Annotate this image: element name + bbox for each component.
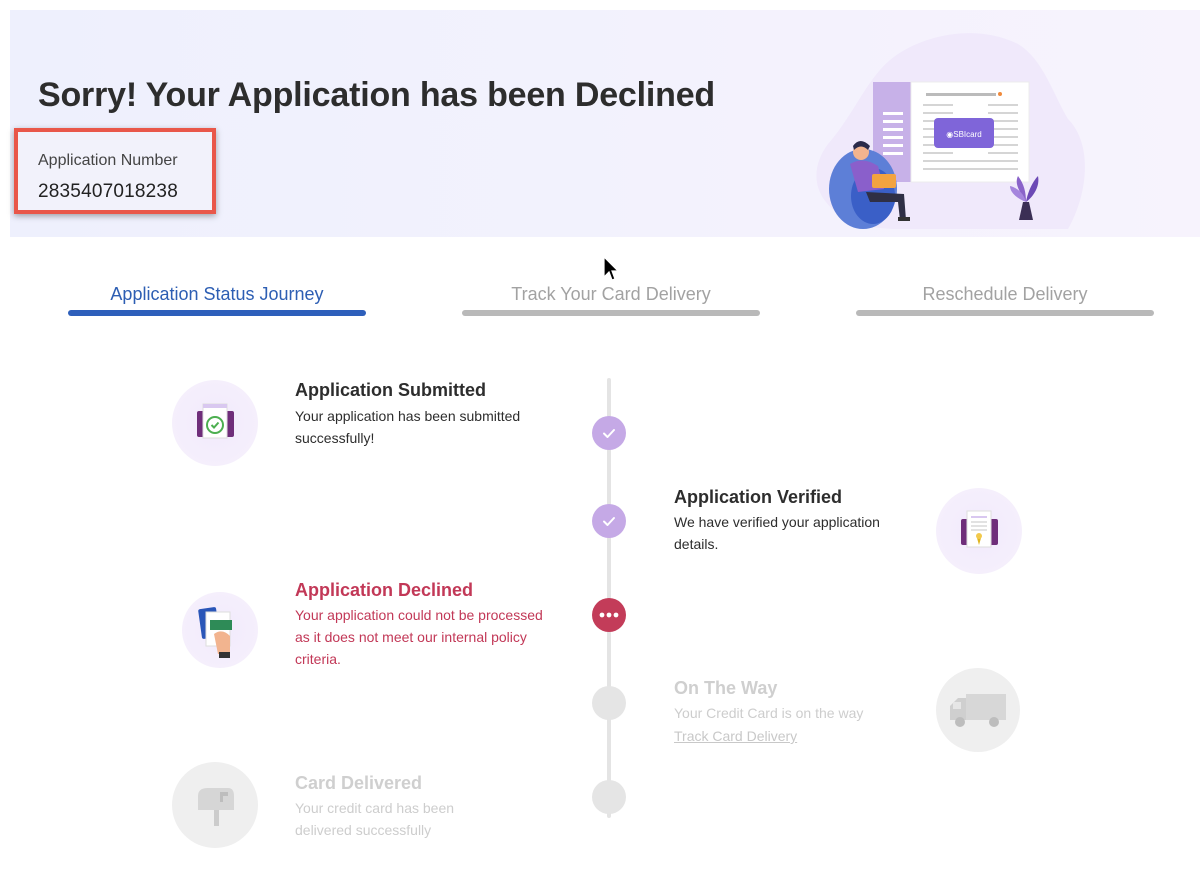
application-number-box: Application Number 2835407018238 xyxy=(14,128,216,214)
step-desc-line: Your application could not be processed xyxy=(295,607,543,623)
more-dots-icon xyxy=(599,612,619,618)
tab-label: Track Your Card Delivery xyxy=(511,284,711,304)
step-desc-on-the-way: Your Credit Card is on the way xyxy=(674,705,864,721)
step-desc-line: as it does not meet our internal policy xyxy=(295,629,527,645)
step-title-verified: Application Verified xyxy=(674,487,843,507)
timeline-node-done xyxy=(592,504,626,538)
tab-label: Reschedule Delivery xyxy=(922,284,1088,304)
step-desc-line: Your credit card has been xyxy=(295,800,455,816)
step-desc-line: criteria. xyxy=(295,651,341,667)
document-check-icon xyxy=(172,380,258,466)
verified-document-icon xyxy=(936,488,1022,574)
tab-track-card-delivery[interactable]: Track Your Card Delivery xyxy=(462,284,760,316)
delivery-truck-icon xyxy=(936,668,1020,752)
step-title-on-the-way: On The Way xyxy=(674,678,778,698)
banner-illustration: ◉SBIcard xyxy=(816,33,1085,229)
tab-reschedule-delivery[interactable]: Reschedule Delivery xyxy=(856,284,1154,316)
mouse-cursor-icon xyxy=(603,256,620,281)
step-title-submitted: Application Submitted xyxy=(295,380,486,400)
step-title-declined: Application Declined xyxy=(295,580,474,600)
step-desc-submitted: Your application has been submitted succ… xyxy=(295,405,545,449)
track-card-delivery-link[interactable]: Track Card Delivery xyxy=(674,728,797,744)
check-icon xyxy=(603,429,615,438)
tab-application-status-journey[interactable]: Application Status Journey xyxy=(68,284,366,316)
timeline-node-declined xyxy=(592,598,626,632)
brand-logo-text: ◉SBIcard xyxy=(946,130,981,139)
tab-indicator xyxy=(462,310,760,316)
tab-active-indicator xyxy=(68,310,366,316)
step-title-delivered: Card Delivered xyxy=(295,773,423,793)
timeline-node-pending xyxy=(592,780,626,814)
step-desc-line: successfully! xyxy=(295,430,375,446)
step-desc-verified: We have verified your application detail… xyxy=(674,511,924,555)
mailbox-icon xyxy=(172,762,258,848)
declined-cards-icon xyxy=(182,592,258,668)
step-desc-line: delivered successfully xyxy=(295,822,432,838)
tab-label: Application Status Journey xyxy=(110,284,324,304)
step-desc-line: details. xyxy=(674,536,719,552)
tab-indicator xyxy=(856,310,1154,316)
timeline-node-pending xyxy=(592,686,626,720)
step-desc-delivered: Your credit card has been delivered succ… xyxy=(295,797,545,841)
step-desc-line: We have verified your application xyxy=(674,514,880,530)
timeline-node-done xyxy=(592,416,626,450)
application-number-value: 2835407018238 xyxy=(38,181,178,202)
step-desc-line: Your application has been submitted xyxy=(295,408,521,424)
check-icon xyxy=(603,517,615,526)
page-title: Sorry! Your Application has been Decline… xyxy=(38,76,715,114)
step-desc-declined: Your application could not be processed … xyxy=(295,604,565,670)
application-number-label: Application Number xyxy=(38,152,178,169)
